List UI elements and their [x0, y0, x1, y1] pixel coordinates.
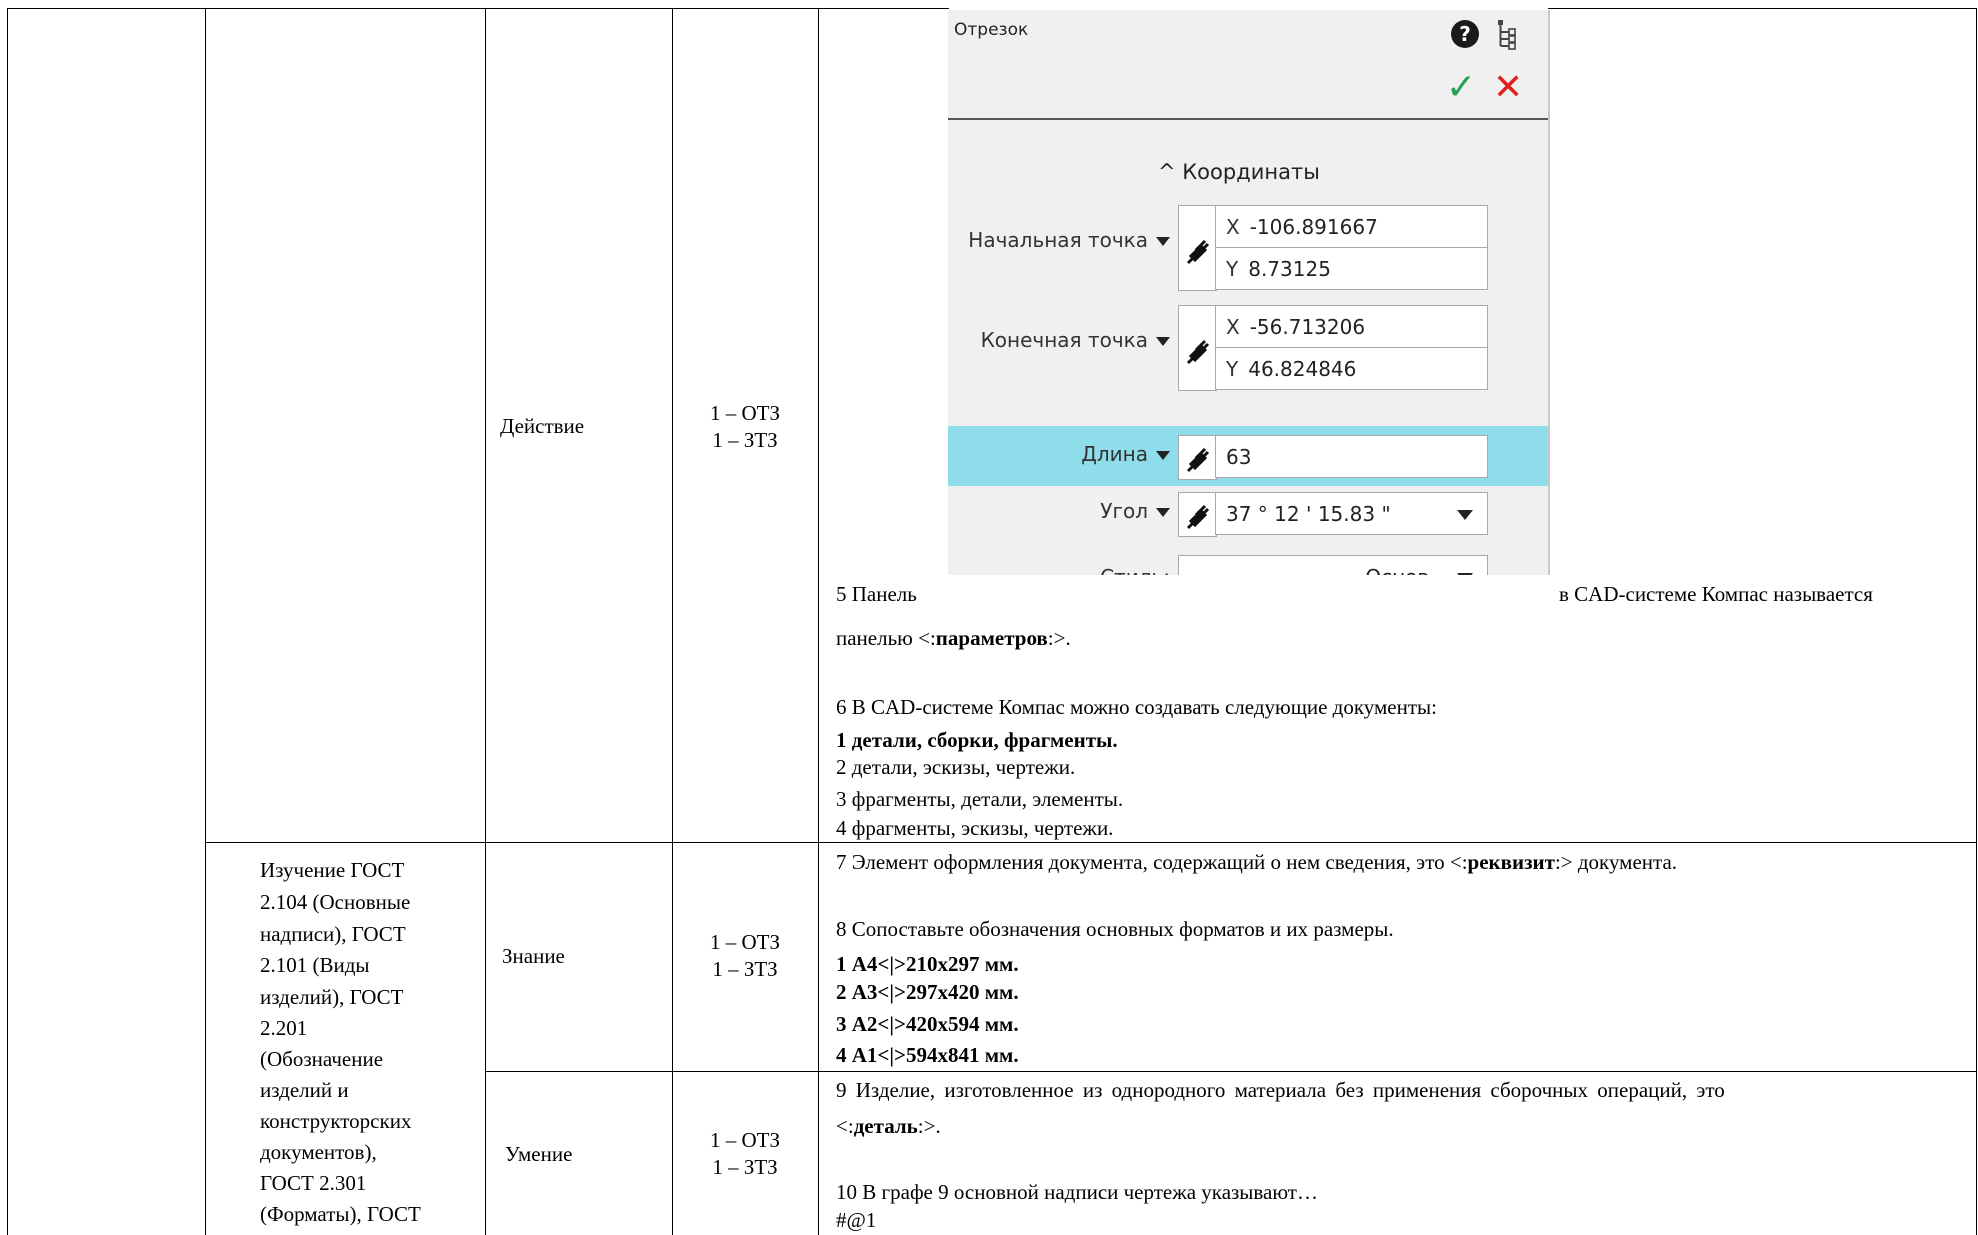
- topic-line-12: (Форматы), ГОСТ: [260, 1202, 421, 1226]
- pin-icon: [1186, 339, 1210, 365]
- row-tasks-knowledge-1: 1 – ОТЗ: [709, 930, 780, 954]
- question-8: 8 Сопоставьте обозначения основных форма…: [836, 917, 1394, 941]
- coordinates-section-header[interactable]: ^ Координаты: [1158, 160, 1320, 184]
- question-6-option-2: 2 детали, эскизы, чертежи.: [836, 755, 1076, 779]
- start-y-field[interactable]: Y 8.73125: [1215, 247, 1488, 290]
- question-7: 7 Элемент оформления документа, содержащ…: [836, 850, 1678, 874]
- angle-field[interactable]: 37 ° 12 ' 15.83 ": [1215, 492, 1488, 535]
- table-divider-1: [205, 8, 206, 1235]
- question-8-option-2: 2 А3<|>297х420 мм.: [836, 980, 1019, 1004]
- topic-line-8: изделий и: [260, 1078, 349, 1102]
- row-kind-action: Действие: [500, 414, 585, 438]
- table-divider-2: [485, 8, 486, 1235]
- end-y-field[interactable]: Y 46.824846: [1215, 347, 1488, 390]
- length-label[interactable]: Длина: [948, 442, 1170, 466]
- pin-icon: [1186, 239, 1210, 265]
- style-select[interactable]: Основ...: [1178, 555, 1488, 575]
- row-tasks-knowledge-2: 1 – ЗТЗ: [712, 957, 778, 981]
- start-point-pin[interactable]: [1178, 205, 1217, 291]
- topic-line-9: конструкторских: [260, 1109, 412, 1133]
- table-border-left: [7, 8, 8, 1235]
- row-tasks-skill-2: 1 – ЗТЗ: [712, 1155, 778, 1179]
- panel-title: Отрезок: [954, 20, 1029, 40]
- question-6-option-4: 4 фрагменты, эскизы, чертежи.: [836, 816, 1114, 840]
- start-x-field[interactable]: X -106.891667: [1215, 205, 1488, 248]
- table-border-right: [1976, 8, 1977, 1235]
- topic-line-5: изделий), ГОСТ: [260, 985, 404, 1009]
- angle-label[interactable]: Угол: [948, 499, 1170, 523]
- style-dropdown-icon[interactable]: [1457, 573, 1473, 575]
- question-8-option-1: 1 А4<|>210х297 мм.: [836, 952, 1019, 976]
- question-8-option-3: 3 А2<|>420х594 мм.: [836, 1012, 1019, 1036]
- table-border-top-left: [7, 8, 949, 9]
- end-point-label[interactable]: Конечная точка: [948, 328, 1170, 352]
- question-10: 10 В графе 9 основной надписи чертежа ук…: [836, 1180, 1318, 1204]
- topic-line-3: надписи), ГОСТ: [260, 922, 406, 946]
- length-field[interactable]: 63: [1215, 435, 1488, 478]
- row-kind-skill: Умение: [505, 1142, 573, 1166]
- question-6-option-1: 1 детали, сборки, фрагменты.: [836, 728, 1118, 752]
- topic-line-1: Изучение ГОСТ: [260, 858, 405, 882]
- question-5-line2: панелью <:параметров:>.: [836, 626, 1071, 650]
- row-kind-knowledge: Знание: [502, 944, 565, 968]
- length-pin[interactable]: [1178, 435, 1217, 480]
- question-5-prefix: 5 Панель: [836, 582, 917, 606]
- pin-icon: [1186, 447, 1210, 473]
- row-tasks-skill-1: 1 – ОТЗ: [709, 1128, 780, 1152]
- start-point-label[interactable]: Начальная точка: [948, 228, 1170, 252]
- confirm-check-icon[interactable]: ✓: [1446, 68, 1476, 108]
- table-divider-4: [818, 8, 819, 1235]
- angle-dropdown-icon[interactable]: [1457, 510, 1473, 520]
- topic-line-2: 2.104 (Основные: [260, 890, 411, 914]
- question-6-option-3: 3 фрагменты, детали, элементы.: [836, 787, 1124, 811]
- pin-icon: [1186, 504, 1210, 530]
- topic-line-10: документов),: [260, 1140, 377, 1164]
- question-9-line2: <:деталь:>.: [836, 1114, 941, 1138]
- cancel-x-icon[interactable]: ✕: [1493, 68, 1523, 108]
- table-divider-3: [672, 8, 673, 1235]
- end-point-pin[interactable]: [1178, 305, 1217, 391]
- topic-line-7: (Обозначение: [260, 1047, 384, 1071]
- help-icon[interactable]: ?: [1451, 20, 1479, 48]
- tree-icon[interactable]: [1496, 18, 1518, 50]
- style-label: Стиль:: [948, 565, 1170, 575]
- document-page: Действие 1 – ОТЗ 1 – ЗТЗ 5 Панель в CAD-…: [0, 0, 1978, 1235]
- end-x-field[interactable]: X -56.713206: [1215, 305, 1488, 348]
- topic-line-6: 2.201: [260, 1016, 308, 1040]
- question-10-marker: #@1: [836, 1208, 877, 1232]
- row-tasks-action-2: 1 – ЗТЗ: [712, 428, 778, 452]
- question-5-suffix: в CAD-системе Компас называется: [1559, 582, 1873, 606]
- cad-parameters-panel: Отрезок ? ✓ ✕ ^ Координаты Начальная точ…: [948, 10, 1550, 575]
- row-divider-1: [205, 842, 1977, 843]
- row-tasks-action-1: 1 – ОТЗ: [709, 401, 780, 425]
- question-6: 6 В CAD-системе Компас можно создавать с…: [836, 695, 1437, 719]
- panel-separator: [948, 118, 1548, 120]
- question-9: 9 Изделие, изготовленное из однородного …: [836, 1078, 1725, 1102]
- topic-line-11: ГОСТ 2.301: [260, 1171, 367, 1195]
- row-divider-2: [485, 1071, 1977, 1072]
- table-border-top-right: [1548, 8, 1977, 9]
- topic-line-4: 2.101 (Виды: [260, 953, 370, 977]
- angle-pin[interactable]: [1178, 492, 1217, 537]
- question-8-option-4: 4 А1<|>594х841 мм.: [836, 1043, 1019, 1067]
